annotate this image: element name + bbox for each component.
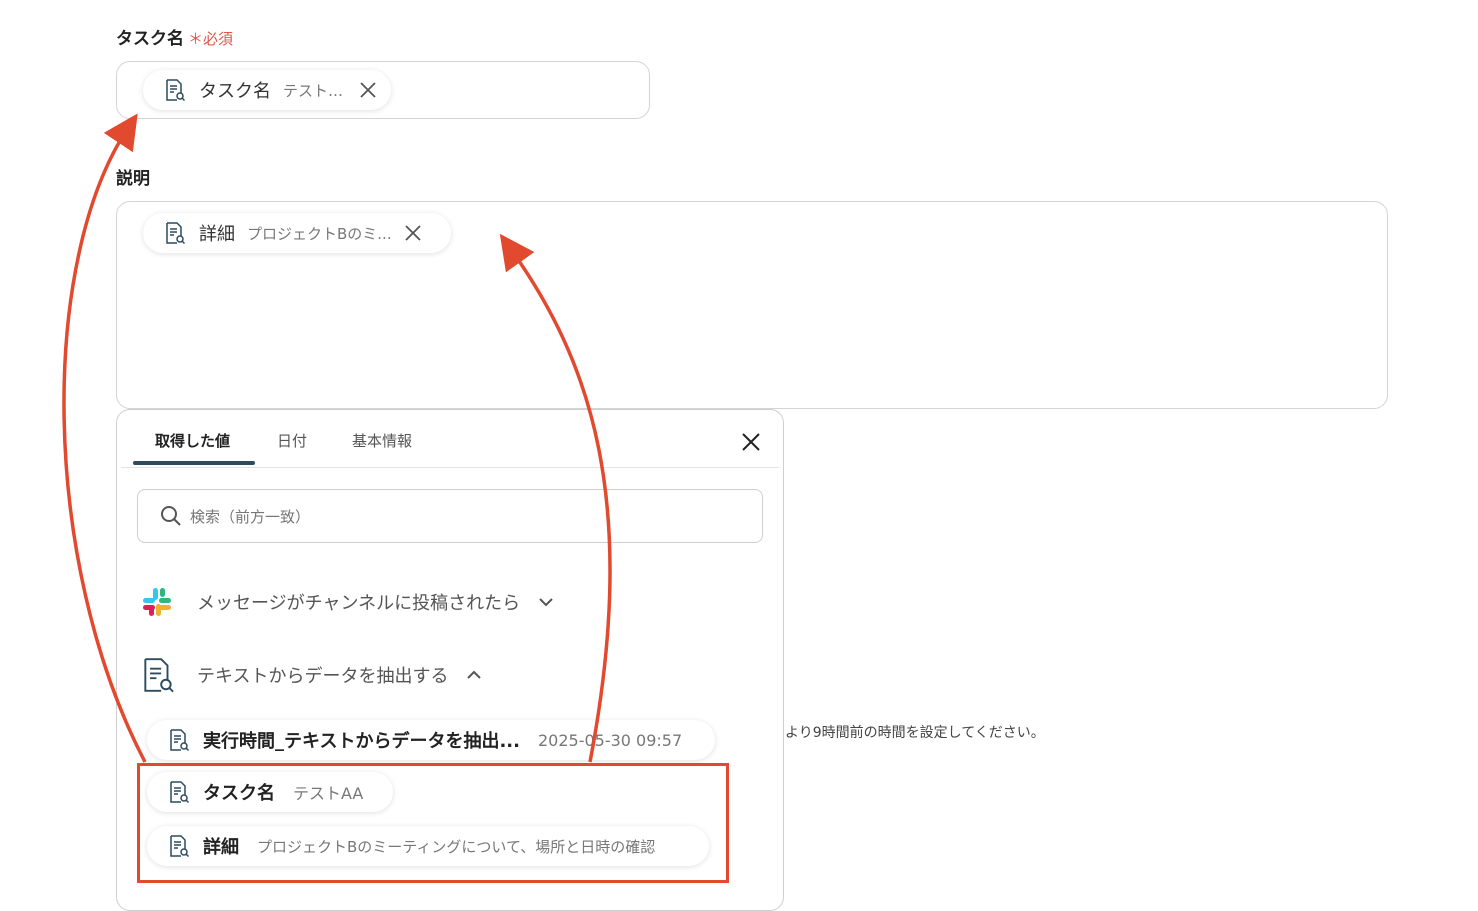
close-icon[interactable] [741, 432, 761, 452]
task-name-label: タスク名 ＊必須 [116, 24, 233, 49]
hint-text: より9時間前の時間を設定してください。 [785, 725, 1045, 741]
group-label: メッセージがチャンネルに投稿されたら [197, 593, 521, 614]
document-search-icon [166, 222, 186, 245]
group-slack-trigger[interactable]: メッセージがチャンネルに投稿されたら [141, 586, 554, 618]
close-icon[interactable] [404, 224, 422, 242]
token-value: プロジェクトBのミ... [247, 224, 392, 243]
token-value: テストAA [283, 81, 347, 100]
tab-retrieved-values[interactable]: 取得した値 [155, 430, 230, 451]
task-name-label-text: タスク名 [116, 29, 184, 49]
slack-icon [143, 588, 171, 616]
document-search-icon [144, 658, 174, 693]
tab-date[interactable]: 日付 [277, 430, 307, 451]
chevron-up-icon [467, 670, 482, 679]
token-title: タスク名 [199, 81, 271, 102]
document-search-icon [166, 79, 186, 102]
group-text-extraction[interactable]: テキストからデータを抽出する [139, 655, 482, 695]
item-title: 実行時間_テキストからデータを抽出... [203, 731, 520, 752]
group-label: テキストからデータを抽出する [197, 666, 449, 687]
highlight-box [137, 763, 729, 883]
description-token[interactable]: 詳細 プロジェクトBのミ... [143, 213, 451, 253]
token-title: 詳細 [199, 224, 235, 245]
search-icon [161, 506, 181, 526]
item-value: 2025-05-30 09:57 [537, 730, 683, 750]
search-placeholder: 検索（前方一致） [190, 507, 311, 526]
task-name-field[interactable]: タスク名 テストAA [116, 61, 650, 119]
close-icon[interactable] [359, 81, 377, 99]
tab-basic-info[interactable]: 基本情報 [352, 430, 412, 451]
chevron-down-icon [539, 598, 553, 607]
value-item-execution-time[interactable]: 実行時間_テキストからデータを抽出... 2025-05-30 09:57 [147, 720, 715, 760]
search-input[interactable]: 検索（前方一致） [137, 489, 763, 543]
active-tab-indicator [133, 461, 255, 465]
tab-divider [121, 467, 779, 468]
description-field[interactable]: 詳細 プロジェクトBのミ... [116, 201, 1388, 409]
task-name-token[interactable]: タスク名 テストAA [143, 70, 391, 110]
description-label: 説明 [116, 169, 150, 189]
required-mark: ＊必須 [188, 30, 234, 48]
document-search-icon [170, 729, 190, 752]
